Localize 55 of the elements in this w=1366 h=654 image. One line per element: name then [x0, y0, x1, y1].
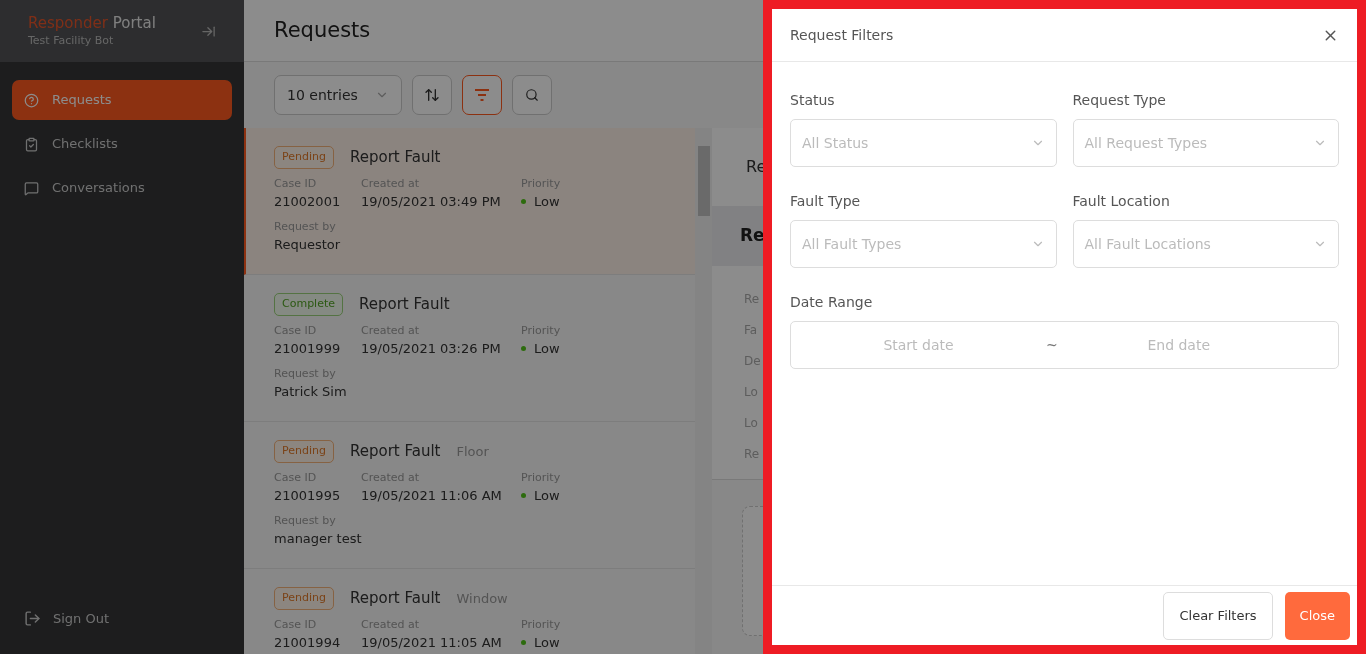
- close-button[interactable]: Close: [1284, 591, 1350, 640]
- case-id: 21001999: [274, 340, 342, 358]
- search-button[interactable]: [512, 75, 552, 115]
- status-badge: Pending: [274, 146, 334, 169]
- sort-icon: [424, 87, 440, 103]
- request-title: Report Fault: [350, 588, 441, 609]
- clipboard-check-icon: [24, 136, 39, 152]
- field-label: Date Range: [790, 293, 874, 312]
- detail-heading: Re: [740, 224, 765, 248]
- requester-name: Patrick Sim: [274, 383, 348, 401]
- request-title: Report Fault: [359, 294, 450, 315]
- case-id: 21002001: [274, 193, 342, 211]
- select-field[interactable]: All Fault Locations: [1072, 220, 1339, 268]
- field-label: Status: [790, 91, 836, 110]
- drawer-title: Request Filters: [790, 25, 894, 45]
- case-id: 21001994: [274, 634, 342, 652]
- requester-name: Requestor: [274, 236, 342, 254]
- status-badge: Pending: [274, 587, 334, 610]
- sign-out-link[interactable]: Sign Out: [24, 608, 220, 628]
- search-icon: [525, 88, 539, 102]
- field-label: Fault Type: [790, 192, 862, 211]
- priority-value: Low: [534, 193, 560, 211]
- brand-title: Responder Portal: [28, 12, 156, 33]
- brand-subtitle: Test Facility Bot: [28, 32, 115, 49]
- nav-item[interactable]: Requests: [12, 80, 232, 120]
- sort-button[interactable]: [412, 75, 452, 115]
- sign-out-icon: [24, 609, 41, 627]
- filter-button[interactable]: [462, 75, 502, 115]
- status-badge: Complete: [274, 293, 343, 316]
- created-date: 19/05/2021 03:26 PM: [361, 340, 502, 358]
- requester-name: manager test: [274, 530, 363, 548]
- priority-value: Low: [534, 634, 560, 652]
- status-badge: Pending: [274, 440, 334, 463]
- created-date: 19/05/2021 11:06 AM: [361, 487, 503, 505]
- select-field[interactable]: All Fault Types: [790, 220, 1057, 268]
- select-field[interactable]: All Request Types: [1072, 119, 1339, 167]
- question-icon: [24, 92, 39, 108]
- request-title: Report Fault: [350, 441, 441, 462]
- chat-icon: [24, 180, 39, 196]
- nav-item[interactable]: Conversations: [12, 168, 232, 208]
- priority-value: Low: [534, 340, 560, 358]
- filter-icon: [475, 89, 489, 101]
- nav-item[interactable]: Checklists: [12, 124, 232, 164]
- clear-filters-button[interactable]: Clear Filters: [1163, 591, 1273, 640]
- field-label: Request Type: [1072, 91, 1167, 110]
- case-id: 21001995: [274, 487, 342, 505]
- created-date: 19/05/2021 03:49 PM: [361, 193, 502, 211]
- entries-select[interactable]: 10 entries: [274, 75, 402, 115]
- priority-value: Low: [534, 487, 560, 505]
- request-title: Report Fault: [350, 147, 441, 168]
- created-date: 19/05/2021 11:05 AM: [361, 634, 503, 652]
- page-title: Requests: [274, 16, 371, 44]
- select-field[interactable]: All Status: [790, 119, 1057, 167]
- date-range-field[interactable]: Start date ~ End date: [790, 321, 1339, 369]
- field-label: Fault Location: [1072, 192, 1171, 211]
